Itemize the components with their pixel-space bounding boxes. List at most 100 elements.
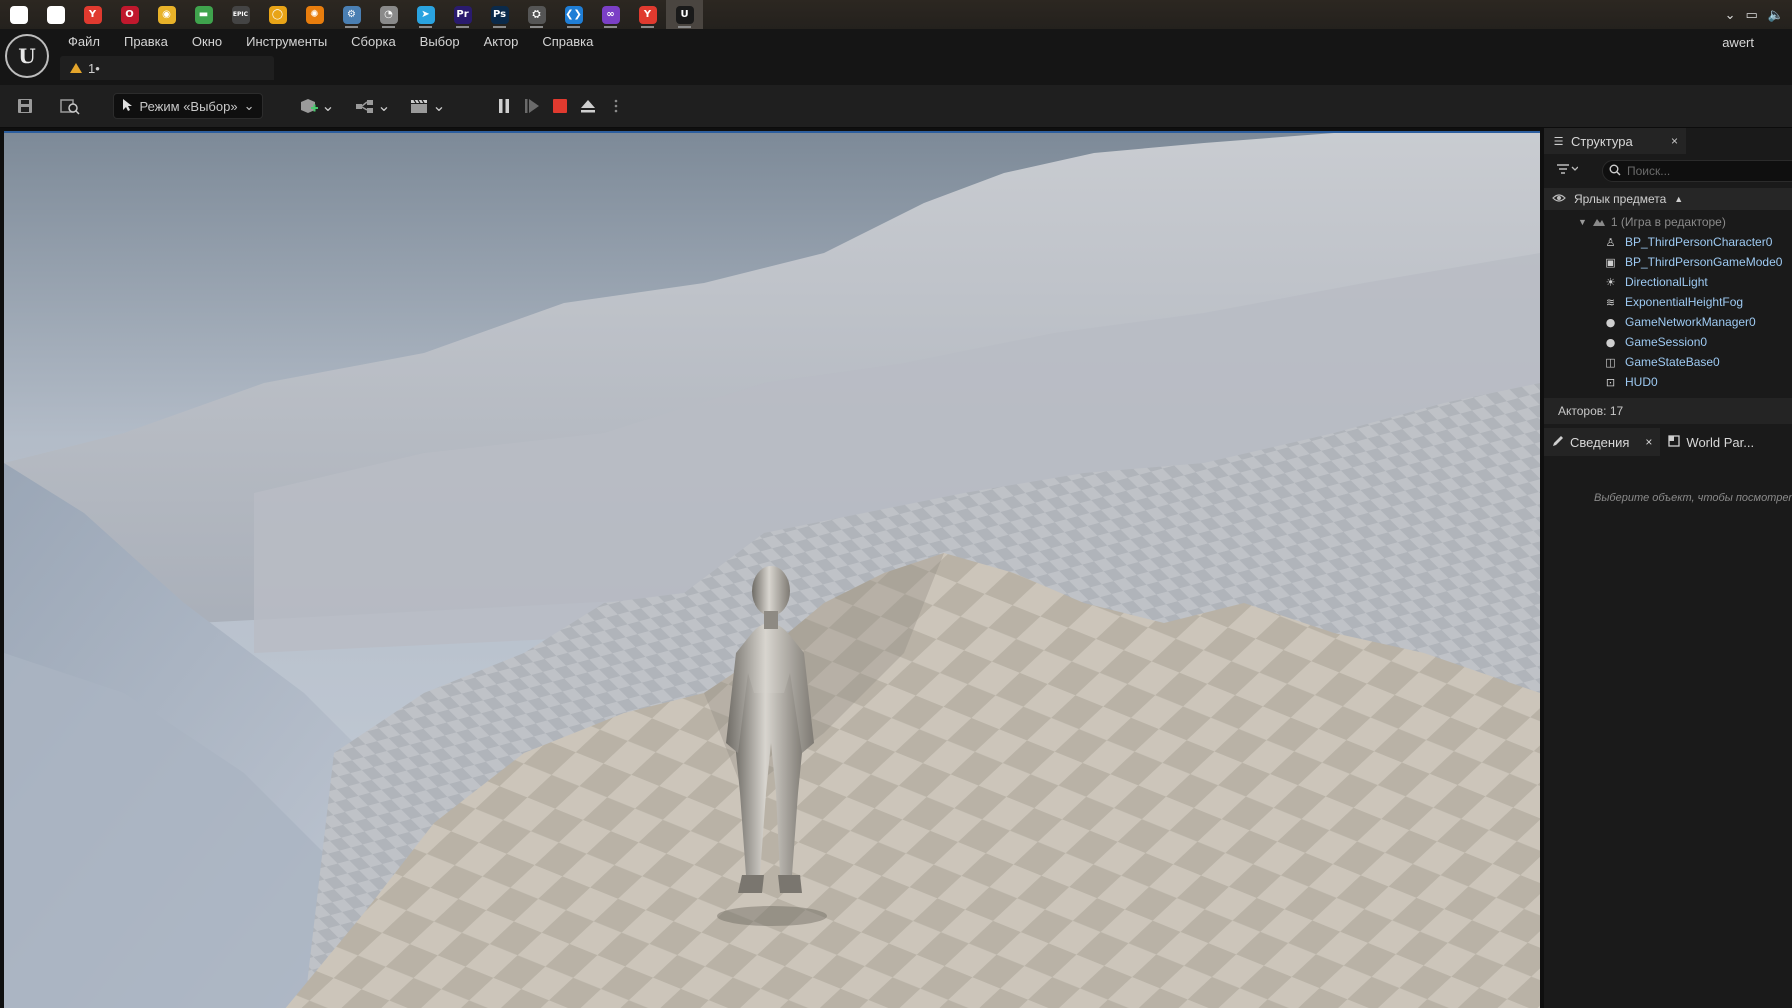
search-icon[interactable]: ⌕ <box>37 0 74 29</box>
opera-icon-glyph: O <box>120 5 139 24</box>
telegram-icon-glyph: ➤ <box>416 5 435 24</box>
outliner-tree: ▼ 1 (Игра в редакторе) ♙ BP_ThirdPersonCh… <box>1544 212 1792 392</box>
system-tray: ⌄ ▭ 🔈 <box>1725 0 1792 29</box>
outliner-column-header[interactable]: Ярлык предмета ▲ <box>1544 188 1792 210</box>
outliner-search-input[interactable]: Поиск... <box>1602 160 1792 182</box>
yandex-icon-glyph: Y <box>638 5 657 24</box>
epic-games-icon[interactable]: EPIC <box>222 0 259 29</box>
outliner-row[interactable]: ◫ GameStateBase0 <box>1544 352 1792 372</box>
close-icon[interactable]: × <box>1671 134 1678 148</box>
unreal-engine-taskbar-icon-glyph: U <box>675 5 694 24</box>
outliner-row[interactable]: ● GameNetworkManager0 <box>1544 312 1792 332</box>
outliner-row[interactable]: ♙ BP_ThirdPersonCharacter0 <box>1544 232 1792 252</box>
close-icon[interactable]: × <box>1645 435 1652 449</box>
menu-item[interactable]: Файл <box>56 34 112 49</box>
telegram-icon[interactable]: ➤ <box>407 0 444 29</box>
more-options-icon[interactable] <box>610 93 622 119</box>
clapperboard-icon <box>411 99 428 113</box>
menu-item[interactable]: Окно <box>180 34 234 49</box>
actor-count: Акторов: 17 <box>1544 398 1792 424</box>
visual-studio-icon[interactable]: ∞ <box>592 0 629 29</box>
steam-icon[interactable]: ⚙ <box>333 0 370 29</box>
outliner-row[interactable]: ≋ ExponentialHeightFog <box>1544 292 1792 312</box>
outliner-row[interactable]: ▣ BP_ThirdPersonGameMode0 <box>1544 252 1792 272</box>
speedometer-icon[interactable]: ◔ <box>370 0 407 29</box>
chrome-icon-glyph: ◉ <box>157 5 176 24</box>
menu-item[interactable]: Инструменты <box>234 34 339 49</box>
unreal-logo-icon[interactable]: U <box>5 34 49 78</box>
step-icon <box>525 99 539 113</box>
editor-menubar: U Файл Правка Окно Инструменты Сборка Выбор Ак… <box>0 29 1792 85</box>
expand-arrow-icon[interactable]: ▼ <box>1578 217 1587 227</box>
photoshop-icon-glyph: Ps <box>490 5 509 24</box>
blender-icon-glyph: ✺ <box>305 5 324 24</box>
filter-icon[interactable] <box>1556 162 1579 180</box>
chrome-icon[interactable]: ◉ <box>148 0 185 29</box>
yandex-icon[interactable]: Y <box>629 0 666 29</box>
tray-chevron-icon[interactable]: ⌄ <box>1725 7 1736 23</box>
hud-icon: ⊡ <box>1605 375 1616 389</box>
outliner-row[interactable]: ☀ DirectionalLight <box>1544 272 1792 292</box>
step-frame-button[interactable] <box>520 93 544 119</box>
menu-item[interactable]: Правка <box>112 34 180 49</box>
details-tab[interactable]: Сведения × <box>1544 428 1661 456</box>
pause-button[interactable] <box>492 93 516 119</box>
game-viewport[interactable] <box>4 131 1540 1008</box>
opera-icon[interactable]: O <box>111 0 148 29</box>
tree-root-row[interactable]: ▼ 1 (Игра в редакторе) <box>1544 212 1792 232</box>
tree-items: ♙ BP_ThirdPersonCharacter0 ▣ BP_ThirdPerson… <box>1544 232 1792 392</box>
unreal-engine-taskbar-icon[interactable]: U <box>666 0 703 29</box>
eject-button[interactable] <box>576 93 600 119</box>
circle-app-icon[interactable]: ◯ <box>259 0 296 29</box>
selection-mode-dropdown[interactable]: Режим «Выбор» ⌄ <box>113 93 263 119</box>
eject-icon <box>581 100 595 113</box>
cinematics-button[interactable]: ⌄ <box>408 93 448 119</box>
main-menu: Файл Правка Окно Инструменты Сборка Выбор Акто… <box>56 29 605 53</box>
volume-icon[interactable]: 🔈 <box>1768 7 1784 23</box>
network-app-icon[interactable]: ⛭ <box>518 0 555 29</box>
user-name[interactable]: awert <box>1722 35 1754 50</box>
world-partition-tab[interactable]: World Par... <box>1660 428 1762 456</box>
stop-icon <box>553 99 567 113</box>
blender-icon[interactable]: ✺ <box>296 0 333 29</box>
save-icon[interactable] <box>14 93 36 119</box>
menu-item[interactable]: Справка <box>530 34 605 49</box>
world-partition-icon <box>1668 434 1681 450</box>
right-panel: ☰ Структура × Поиск... Ярлык предмета ▲ … <box>1544 128 1792 1008</box>
selection-mode-label: Режим «Выбор» <box>139 98 238 114</box>
main-toolbar: Режим «Выбор» ⌄ ⌄ ⌄ ⌄ <box>0 85 1792 128</box>
browse-content-icon[interactable] <box>58 93 82 119</box>
outliner-row-label: BP_ThirdPersonGameMode0 <box>1625 255 1783 269</box>
stop-button[interactable] <box>548 93 572 119</box>
outliner-filter-row: Поиск... <box>1544 158 1792 184</box>
steam-icon-glyph: ⚙ <box>342 5 361 24</box>
visibility-eye-icon[interactable] <box>1552 192 1566 206</box>
add-actor-button[interactable]: ⌄ <box>297 93 337 119</box>
yandex-browser-icon-glyph: Y <box>83 5 102 24</box>
menu-item[interactable]: Выбор <box>408 34 472 49</box>
menu-item[interactable]: Сборка <box>339 34 408 49</box>
windows-start-icon[interactable]: ⊞ <box>0 0 37 29</box>
world-partition-tab-label: World Par... <box>1686 434 1755 450</box>
level-tab-label: 1• <box>88 60 100 76</box>
level-tab[interactable]: 1• <box>60 56 274 80</box>
menu-item[interactable]: Актор <box>472 34 531 49</box>
windows-taskbar: ⊞ ⌕ Y O ◉ ▬ EPIC ◯ ✺ ⚙ ◔ ➤ Pr Ps ⛭ ❮❯ ∞ Y U <box>0 0 1792 29</box>
blueprints-button[interactable]: ⌄ <box>353 93 393 119</box>
yandex-browser-icon[interactable]: Y <box>74 0 111 29</box>
outliner-tab[interactable]: ☰ Структура × <box>1544 128 1686 154</box>
person-icon: ♙ <box>1605 235 1616 249</box>
tree-root-label: 1 (Игра в редакторе) <box>1610 215 1726 229</box>
color-app-icon[interactable]: ▬ <box>185 0 222 29</box>
details-tab-label: Сведения <box>1570 434 1630 450</box>
cursor-icon <box>122 98 134 115</box>
details-empty-hint: Выберите объект, чтобы посмотреть <box>1594 492 1792 504</box>
network-icon[interactable]: ▭ <box>1746 7 1758 23</box>
outliner-row-label: BP_ThirdPersonCharacter0 <box>1625 235 1773 249</box>
outliner-row[interactable]: ⊡ HUD0 <box>1544 372 1792 392</box>
premiere-pro-icon[interactable]: Pr <box>444 0 481 29</box>
vscode-icon[interactable]: ❮❯ <box>555 0 592 29</box>
outliner-row[interactable]: ● GameSession0 <box>1544 332 1792 352</box>
photoshop-icon[interactable]: Ps <box>481 0 518 29</box>
outliner-row-label: GameSession0 <box>1625 335 1708 349</box>
